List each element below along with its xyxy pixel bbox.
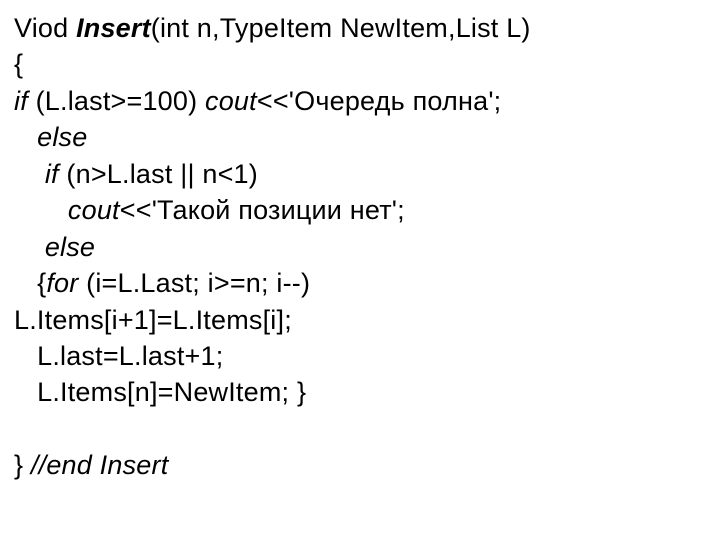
keyword-cout: cout xyxy=(197,86,257,116)
code-line-13: } //end Insert xyxy=(14,447,706,483)
text: Viod xyxy=(14,13,76,43)
text: L.Items[n]=NewItem; } xyxy=(14,377,306,407)
keyword-if: if xyxy=(14,86,28,116)
text: <<'Такой позиции нет'; xyxy=(120,195,405,225)
code-line-11: L.Items[n]=NewItem; } xyxy=(14,374,706,410)
text: <<'Очередь полна'; xyxy=(257,86,502,116)
code-line-1: Viod Insert(int n,TypeItem NewItem,List … xyxy=(14,10,706,46)
keyword-if: if xyxy=(45,159,67,189)
keyword-else: else xyxy=(45,232,95,262)
text: L.last=L.last+1; xyxy=(14,341,223,371)
text: L.Items[i+1]=L.Items[i]; xyxy=(14,305,292,335)
code-line-3: if (L.last>=100) cout<<'Очередь полна'; xyxy=(14,83,706,119)
keyword-cout: cout xyxy=(68,195,120,225)
code-line-4: else xyxy=(14,119,706,155)
code-line-10: L.last=L.last+1; xyxy=(14,338,706,374)
text xyxy=(14,159,45,189)
code-line-2: { xyxy=(14,46,706,82)
code-line-9: L.Items[i+1]=L.Items[i]; xyxy=(14,302,706,338)
text xyxy=(14,122,37,152)
keyword-for: for xyxy=(46,268,78,298)
text: (L.last>=100) xyxy=(28,86,197,116)
text xyxy=(14,414,22,444)
text: (n>L.last || n<1) xyxy=(66,159,258,189)
code-line-7: else xyxy=(14,229,706,265)
func-name: Insert xyxy=(76,13,151,43)
text xyxy=(14,232,45,262)
comment: //end Insert xyxy=(31,450,168,480)
text: { xyxy=(14,268,46,298)
text: (i=L.Last; i>=n; i--) xyxy=(78,268,310,298)
text: } xyxy=(14,450,31,480)
code-line-6: cout<<'Такой позиции нет'; xyxy=(14,192,706,228)
code-slide: Viod Insert(int n,TypeItem NewItem,List … xyxy=(0,0,720,540)
text xyxy=(14,195,68,225)
text: { xyxy=(14,49,23,79)
code-line-8: {for (i=L.Last; i>=n; i--) xyxy=(14,265,706,301)
text: (int n,TypeItem NewItem,List L) xyxy=(151,13,531,43)
keyword-else: else xyxy=(37,122,87,152)
code-line-12 xyxy=(14,411,706,447)
code-line-5: if (n>L.last || n<1) xyxy=(14,156,706,192)
